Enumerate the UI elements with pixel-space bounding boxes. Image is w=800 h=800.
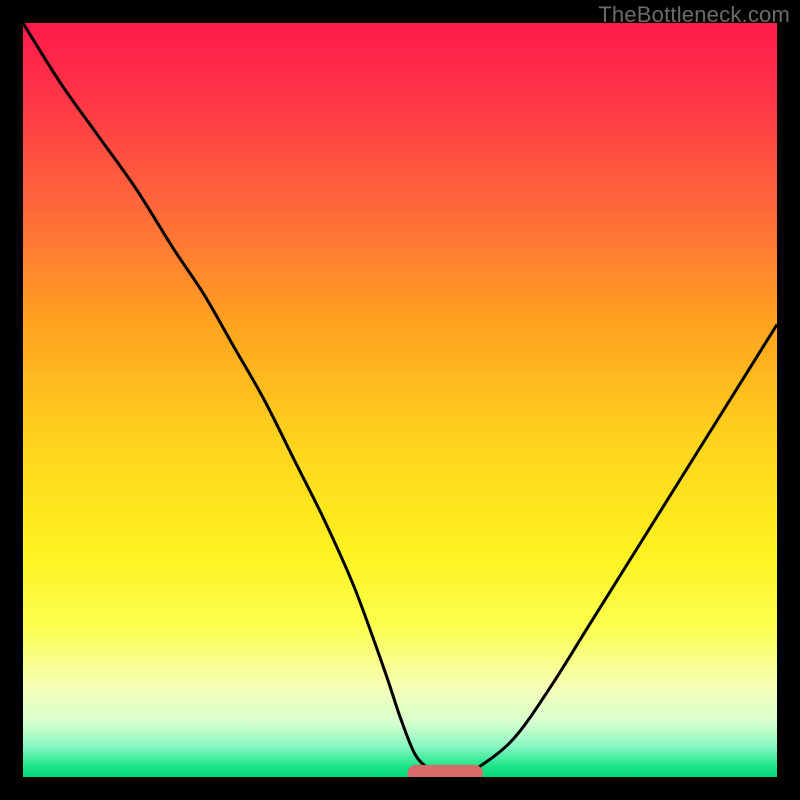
bottleneck-chart: [23, 23, 777, 777]
gradient-background: [23, 23, 777, 777]
chart-frame: TheBottleneck.com: [0, 0, 800, 800]
optimal-range-marker: [408, 765, 483, 777]
plot-area: [23, 23, 777, 777]
